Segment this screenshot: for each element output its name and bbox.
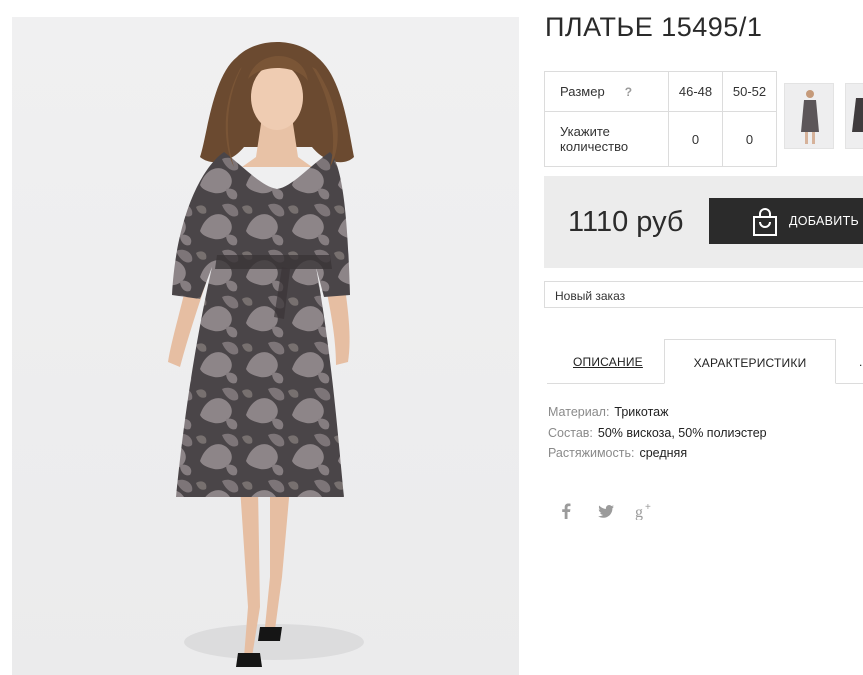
svg-text:g: g: [635, 504, 643, 520]
order-select[interactable]: Новый заказ: [544, 281, 863, 308]
size-option-50-52[interactable]: 50-52: [722, 71, 777, 112]
size-option-46-48[interactable]: 46-48: [668, 71, 723, 112]
twitter-icon[interactable]: [598, 500, 635, 522]
size-table: Размер? 46-48 50-52 Укажите количество 0…: [544, 71, 777, 167]
size-label-cell: Размер?: [544, 71, 669, 112]
quantity-label-line2: количество: [560, 139, 629, 154]
social-share: g +: [561, 500, 672, 522]
spec-value: средняя: [639, 446, 688, 460]
thumbnail-2[interactable]: [845, 83, 863, 149]
google-plus-icon[interactable]: g +: [635, 500, 672, 522]
spec-row-material: Материал: Трикотаж: [548, 402, 767, 423]
tab-characteristics[interactable]: ХАРАКТЕРИСТИКИ: [664, 339, 836, 384]
spec-key: Растяжимость:: [548, 446, 635, 460]
quantity-input-50-52[interactable]: 0: [722, 111, 777, 167]
svg-text:+: +: [645, 502, 651, 513]
spec-key: Материал:: [548, 405, 610, 419]
thumbnail-dress-illustration: [801, 90, 819, 144]
tab-more[interactable]: ...: [859, 355, 863, 369]
quantity-label-cell: Укажите количество: [544, 111, 669, 167]
dress-model-illustration: [168, 42, 364, 667]
add-to-cart-label: ДОБАВИТЬ В: [789, 214, 863, 228]
add-to-cart-button[interactable]: ДОБАВИТЬ В: [709, 198, 863, 244]
spec-row-composition: Состав: 50% вискоза, 50% полиэстер: [548, 423, 767, 444]
quantity-input-46-48[interactable]: 0: [668, 111, 723, 167]
product-price: 1110 руб: [568, 206, 684, 238]
spec-value: 50% вискоза, 50% полиэстер: [597, 425, 767, 440]
tab-description[interactable]: ОПИСАНИЕ: [573, 355, 643, 369]
characteristics-list: Материал: Трикотаж Состав: 50% вискоза, 50…: [548, 402, 767, 464]
product-tabs: ОПИСАНИЕ ХАРАКТЕРИСТИКИ ...: [547, 339, 863, 384]
spec-row-stretch: Растяжимость: средняя: [548, 443, 767, 464]
price-panel: 1110 руб ДОБАВИТЬ В: [544, 176, 863, 268]
spec-value: Трикотаж: [614, 405, 669, 419]
thumbnail-1[interactable]: [784, 83, 834, 149]
product-photo[interactable]: [12, 17, 519, 675]
spec-key: Состав:: [548, 425, 593, 440]
shopping-bag-icon: [753, 208, 777, 236]
size-label: Размер: [560, 84, 605, 99]
size-help-icon[interactable]: ?: [625, 85, 632, 99]
quantity-label-line1: Укажите: [560, 124, 610, 139]
facebook-icon[interactable]: [561, 500, 598, 522]
product-title: ПЛАТЬЕ 15495/1: [545, 12, 763, 42]
thumbnail-dress-illustration: [852, 98, 863, 132]
